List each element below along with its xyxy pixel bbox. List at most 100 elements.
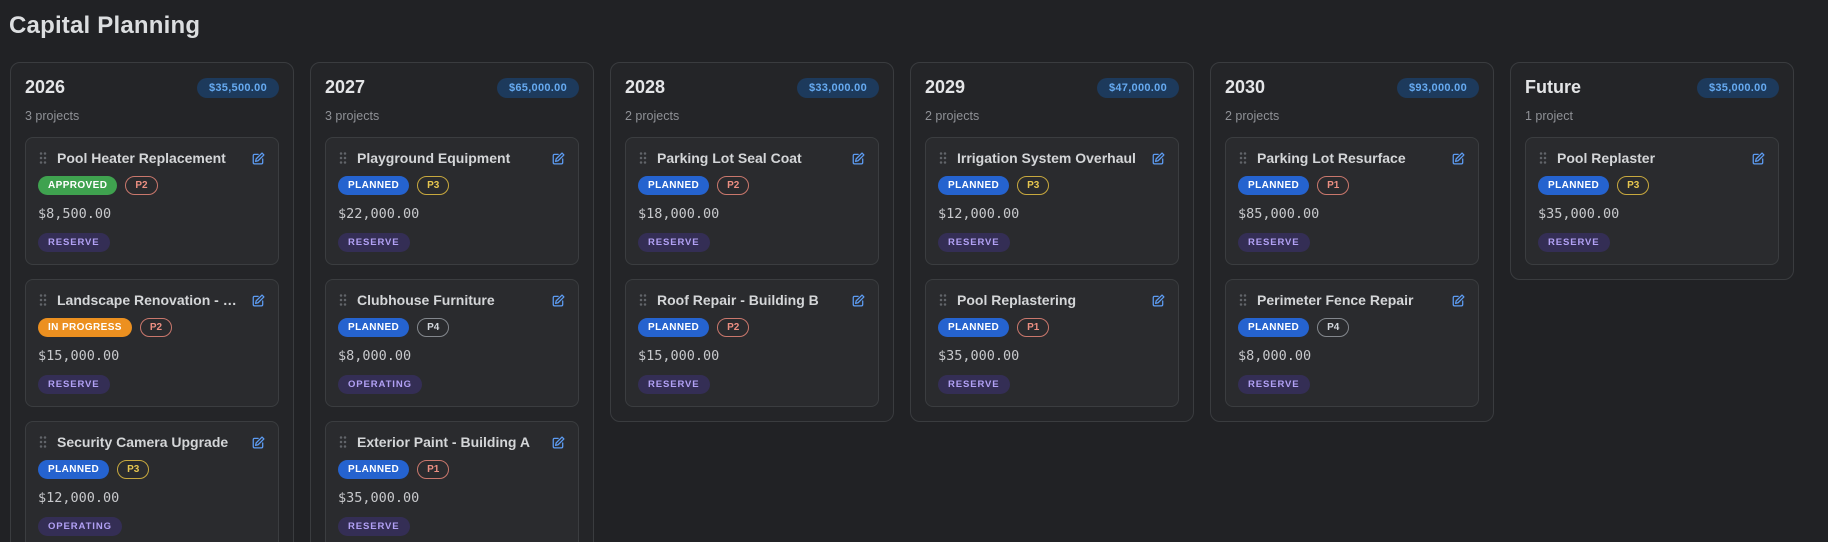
project-title: Security Camera Upgrade [57, 434, 242, 450]
edit-project-button[interactable] [1151, 151, 1166, 166]
edit-project-button[interactable] [551, 435, 566, 450]
drag-handle-icon[interactable] [638, 150, 648, 166]
project-card-header: Pool Replastering [938, 292, 1166, 308]
drag-handle-icon[interactable] [38, 434, 48, 450]
column-total-badge: $35,000.00 [1697, 78, 1779, 98]
edit-project-button[interactable] [1151, 293, 1166, 308]
drag-handle-icon[interactable] [938, 150, 948, 166]
column-card-list: Parking Lot Resurface PLANNED P1 $85,000… [1225, 137, 1479, 407]
project-card[interactable]: Perimeter Fence Repair PLANNED P4 $8,000… [1225, 279, 1479, 407]
column-header: 2029 $47,000.00 [925, 77, 1179, 98]
edit-project-button[interactable] [851, 293, 866, 308]
funding-source-badge: RESERVE [1238, 233, 1310, 252]
project-card[interactable]: Exterior Paint - Building A PLANNED P1 $… [325, 421, 579, 542]
drag-handle-icon[interactable] [338, 434, 348, 450]
priority-badge: P4 [1317, 318, 1349, 337]
project-card[interactable]: Pool Replaster PLANNED P3 $35,000.00 RES… [1525, 137, 1779, 265]
drag-handle-icon[interactable] [1538, 150, 1548, 166]
column-project-count: 3 projects [325, 109, 579, 123]
edit-project-button[interactable] [251, 151, 266, 166]
project-amount: $12,000.00 [38, 490, 266, 506]
edit-project-button[interactable] [1451, 293, 1466, 308]
edit-project-button[interactable] [1451, 151, 1466, 166]
column-total-badge: $65,000.00 [497, 78, 579, 98]
project-amount: $85,000.00 [1238, 206, 1466, 222]
year-column: 2026 $35,500.00 3 projects Pool Heater R… [10, 62, 294, 542]
status-badge: PLANNED [338, 460, 409, 479]
project-card-header: Roof Repair - Building B [638, 292, 866, 308]
edit-pencil-icon [251, 435, 266, 450]
year-column: 2029 $47,000.00 2 projects Irrigation Sy… [910, 62, 1194, 422]
project-amount: $35,000.00 [938, 348, 1166, 364]
funding-source-badge: OPERATING [338, 375, 422, 394]
priority-badge: P1 [417, 460, 449, 479]
drag-handle-icon[interactable] [338, 292, 348, 308]
project-badges: IN PROGRESS P2 [38, 318, 266, 337]
priority-badge: P2 [717, 176, 749, 195]
year-column: 2028 $33,000.00 2 projects Parking Lot S… [610, 62, 894, 422]
project-card[interactable]: Pool Replastering PLANNED P1 $35,000.00 … [925, 279, 1179, 407]
drag-handle-icon[interactable] [638, 292, 648, 308]
column-year-label: 2030 [1225, 77, 1265, 98]
project-badges: PLANNED P3 [938, 176, 1166, 195]
column-header: 2028 $33,000.00 [625, 77, 879, 98]
funding-source-badge: RESERVE [1538, 233, 1610, 252]
project-title: Pool Replaster [1557, 150, 1742, 166]
status-badge: PLANNED [1238, 318, 1309, 337]
edit-project-button[interactable] [1751, 151, 1766, 166]
status-badge: PLANNED [338, 176, 409, 195]
edit-project-button[interactable] [551, 293, 566, 308]
project-card-header: Clubhouse Furniture [338, 292, 566, 308]
year-column: 2030 $93,000.00 2 projects Parking Lot R… [1210, 62, 1494, 422]
project-card[interactable]: Parking Lot Resurface PLANNED P1 $85,000… [1225, 137, 1479, 265]
project-card[interactable]: Irrigation System Overhaul PLANNED P3 $1… [925, 137, 1179, 265]
column-header: Future $35,000.00 [1525, 77, 1779, 98]
project-card-header: Pool Replaster [1538, 150, 1766, 166]
page-title: Capital Planning [9, 12, 1828, 40]
project-card[interactable]: Pool Heater Replacement APPROVED P2 $8,5… [25, 137, 279, 265]
edit-project-button[interactable] [551, 151, 566, 166]
project-card[interactable]: Playground Equipment PLANNED P3 $22,000.… [325, 137, 579, 265]
project-card[interactable]: Security Camera Upgrade PLANNED P3 $12,0… [25, 421, 279, 542]
edit-project-button[interactable] [851, 151, 866, 166]
project-card-header: Landscape Renovation - Pha... [38, 292, 266, 308]
drag-handle-icon[interactable] [1238, 150, 1248, 166]
funding-source-badge: RESERVE [38, 233, 110, 252]
drag-handle-icon[interactable] [1238, 292, 1248, 308]
edit-project-button[interactable] [251, 435, 266, 450]
edit-pencil-icon [851, 293, 866, 308]
column-year-label: Future [1525, 77, 1581, 98]
project-badges: PLANNED P1 [938, 318, 1166, 337]
project-title: Playground Equipment [357, 150, 542, 166]
column-year-label: 2026 [25, 77, 65, 98]
project-card[interactable]: Roof Repair - Building B PLANNED P2 $15,… [625, 279, 879, 407]
column-year-label: 2027 [325, 77, 365, 98]
edit-pencil-icon [251, 293, 266, 308]
project-amount: $35,000.00 [338, 490, 566, 506]
drag-handle-icon[interactable] [38, 150, 48, 166]
funding-source-badge: RESERVE [38, 375, 110, 394]
status-badge: PLANNED [1238, 176, 1309, 195]
project-amount: $15,000.00 [638, 348, 866, 364]
edit-pencil-icon [1451, 293, 1466, 308]
project-badges: PLANNED P3 [38, 460, 266, 479]
drag-handle-icon[interactable] [938, 292, 948, 308]
project-card[interactable]: Landscape Renovation - Pha... IN PROGRES… [25, 279, 279, 407]
project-title: Parking Lot Seal Coat [657, 150, 842, 166]
edit-project-button[interactable] [251, 293, 266, 308]
project-card[interactable]: Parking Lot Seal Coat PLANNED P2 $18,000… [625, 137, 879, 265]
project-card-header: Parking Lot Seal Coat [638, 150, 866, 166]
project-badges: PLANNED P3 [1538, 176, 1766, 195]
drag-handle-icon[interactable] [38, 292, 48, 308]
year-column: Future $35,000.00 1 project Pool Replast… [1510, 62, 1794, 280]
drag-handle-icon[interactable] [338, 150, 348, 166]
project-title: Clubhouse Furniture [357, 292, 542, 308]
project-card-header: Irrigation System Overhaul [938, 150, 1166, 166]
column-project-count: 3 projects [25, 109, 279, 123]
project-badges: PLANNED P4 [338, 318, 566, 337]
priority-badge: P2 [125, 176, 157, 195]
project-title: Landscape Renovation - Pha... [57, 292, 242, 308]
status-badge: PLANNED [38, 460, 109, 479]
funding-source-badge: RESERVE [638, 375, 710, 394]
project-card[interactable]: Clubhouse Furniture PLANNED P4 $8,000.00… [325, 279, 579, 407]
